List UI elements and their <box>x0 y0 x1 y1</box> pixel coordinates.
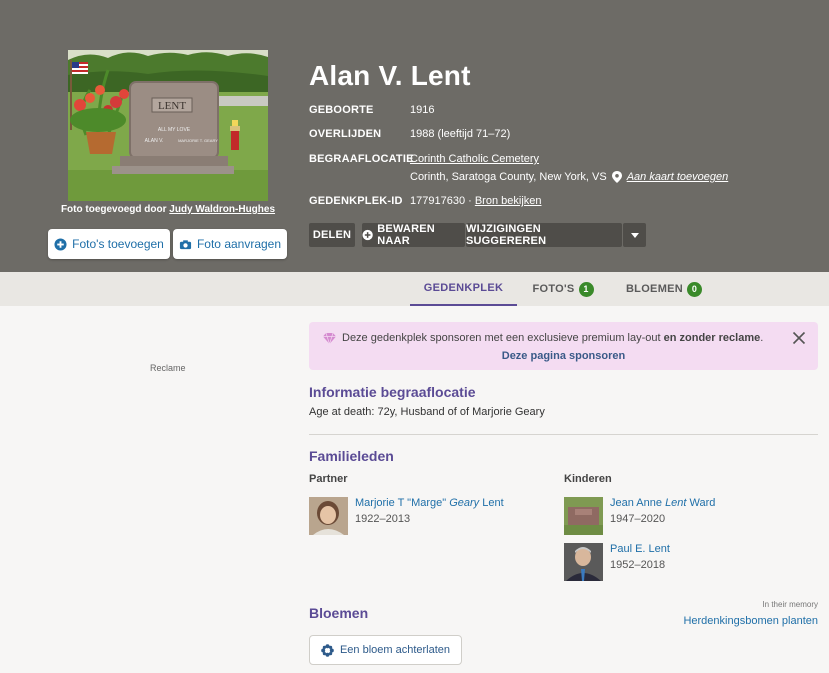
avatar <box>564 543 603 581</box>
memorial-id-separator: · <box>465 195 475 207</box>
birth-value: 1916 <box>410 104 435 116</box>
child-dates: 1952–2018 <box>610 559 666 571</box>
child-first: Jean Anne <box>610 497 666 509</box>
sponsor-message: Deze gedenkplek sponsoren met een exclus… <box>323 332 763 344</box>
memorial-photo[interactable]: LENT ALL MY LOVE ALAN V. MARJORIE T. GEA… <box>68 50 268 201</box>
memorial-id: 177917630 · Bron bekijken <box>410 195 542 207</box>
family-member-partner[interactable]: Marjorie T "Marge" Geary Lent 1922–2013 <box>309 497 504 535</box>
sponsor-bold: en zonder reclame <box>663 332 761 344</box>
partner-label: Partner <box>309 473 348 485</box>
memorial-id-value: 177917630 <box>410 195 466 207</box>
sponsor-text: Deze gedenkplek sponsoren met een exclus… <box>342 332 661 344</box>
tab-memorial[interactable]: GEDENKPLEK <box>410 272 517 306</box>
divider <box>309 434 818 435</box>
plus-circle-icon <box>54 237 67 251</box>
child-name[interactable]: Jean Anne Lent Ward <box>610 497 715 509</box>
avatar <box>309 497 348 535</box>
sponsor-end: . <box>760 332 764 344</box>
in-memory-label: In their memory <box>762 600 818 609</box>
photos-count-badge: 1 <box>578 281 594 297</box>
child-maiden: Lent <box>665 497 687 509</box>
child-first: Paul E. Lent <box>610 543 670 555</box>
memorial-tabs: GEDENKPLEK FOTO'S 1 BLOEMEN 0 <box>0 272 829 306</box>
burial-info-heading: Informatie begraaflocatie <box>309 384 476 400</box>
burial-location: Corinth, Saratoga County, New York, VS A… <box>410 171 728 183</box>
photo-credit-link[interactable]: Judy Waldron-Hughes <box>169 204 275 215</box>
more-actions-dropdown[interactable] <box>623 223 646 247</box>
birth-label: GEBOORTE <box>309 104 374 116</box>
add-to-map-link[interactable]: Aan kaart toevoegen <box>627 171 729 183</box>
grave-photo-image: LENT ALL MY LOVE ALAN V. MARJORIE T. GEA… <box>68 50 268 201</box>
request-photo-label: Foto aanvragen <box>196 237 282 251</box>
flowers-heading: Bloemen <box>309 605 369 621</box>
stone-left-name: ALAN V. <box>145 138 164 144</box>
add-photos-label: Foto's toevoegen <box>72 237 164 251</box>
photo-credit-prefix: Foto toegevoegd door <box>60 204 167 215</box>
memorial-id-label: GEDENKPLEK-ID <box>309 195 403 207</box>
family-member-child[interactable]: Paul E. Lent 1952–2018 <box>564 543 670 581</box>
flower-icon <box>321 643 334 657</box>
child-name[interactable]: Paul E. Lent <box>610 543 670 555</box>
tab-flowers-label: BLOEMEN <box>625 283 684 295</box>
partner-first: Marjorie T "Marge" <box>355 497 450 509</box>
avatar <box>564 497 603 535</box>
sponsor-banner: Deze gedenkplek sponsoren met een exclus… <box>309 322 818 370</box>
sponsor-page-link[interactable]: Deze pagina sponsoren <box>309 350 818 362</box>
suggest-edits-label: WIJZIGINGEN SUGGEREREN <box>466 223 547 247</box>
child-dates: 1947–2020 <box>610 513 666 525</box>
death-label: OVERLIJDEN <box>309 128 382 140</box>
stone-center-text: ALL MY LOVE <box>158 127 191 133</box>
tab-flowers[interactable]: BLOEMEN 0 <box>622 272 706 306</box>
children-label: Kinderen <box>564 473 612 485</box>
leave-flower-button[interactable]: Een bloem achterlaten <box>309 635 462 665</box>
photo-credit: Foto toegevoegd door Judy Waldron-Hughes <box>40 204 296 215</box>
child-last: Ward <box>686 497 716 509</box>
memorial-header: LENT ALL MY LOVE ALAN V. MARJORIE T. GEA… <box>0 0 829 272</box>
map-pin-icon <box>611 171 622 183</box>
share-button[interactable]: DELEN <box>309 223 355 247</box>
camera-icon <box>179 239 192 249</box>
ad-label: Reclame <box>150 363 186 373</box>
caret-down-icon <box>630 232 639 238</box>
cemetery-link[interactable]: Corinth Catholic Cemetery <box>410 153 539 165</box>
stone-surname: LENT <box>158 100 186 112</box>
add-photos-button[interactable]: Foto's toevoegen <box>48 229 170 259</box>
request-photo-button[interactable]: Foto aanvragen <box>173 229 287 259</box>
memorial-name: Alan V. Lent <box>309 60 471 91</box>
plant-trees-link[interactable]: Herdenkingsbomen planten <box>683 615 818 627</box>
partner-last: Lent <box>479 497 504 509</box>
view-source-link[interactable]: Bron bekijken <box>475 195 542 207</box>
partner-maiden: Geary <box>449 497 480 509</box>
tab-photos-label: FOTO'S <box>532 283 575 295</box>
partner-name[interactable]: Marjorie T "Marge" Geary Lent <box>355 497 504 509</box>
save-to-button[interactable]: BEWAREN NAAR <box>362 223 465 247</box>
partner-dates: 1922–2013 <box>355 513 411 525</box>
diamond-icon <box>323 332 336 344</box>
location-text: Corinth, Saratoga County, New York, VS <box>410 171 607 183</box>
death-value: 1988 (leeftijd 71–72) <box>410 128 511 140</box>
close-icon[interactable] <box>792 331 806 345</box>
leave-flower-label: Een bloem achterlaten <box>339 644 451 656</box>
family-heading: Familieleden <box>309 448 394 464</box>
family-member-child[interactable]: Jean Anne Lent Ward 1947–2020 <box>564 497 715 535</box>
flowers-count-badge: 0 <box>687 281 703 297</box>
burial-info-text: Age at death: 72y, Husband of of Marjori… <box>309 406 545 418</box>
save-to-label: BEWAREN NAAR <box>377 223 435 247</box>
suggest-edits-button[interactable]: WIJZIGINGEN SUGGEREREN <box>466 223 622 247</box>
stone-right-name: MARJORIE T. GEARY <box>178 138 218 143</box>
tab-photos[interactable]: FOTO'S 1 <box>523 272 603 306</box>
tab-memorial-label: GEDENKPLEK <box>423 282 504 294</box>
burial-label: BEGRAAFLOCATIE <box>309 153 414 165</box>
cemetery-link-wrap: Corinth Catholic Cemetery <box>410 153 539 165</box>
share-label: DELEN <box>312 229 352 241</box>
plus-circle-icon <box>362 229 373 241</box>
